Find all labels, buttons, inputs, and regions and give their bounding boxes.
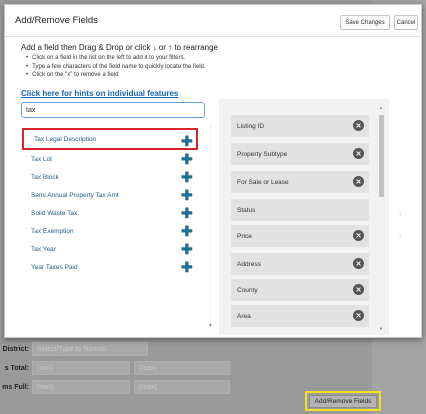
total-min-input[interactable]: (min): [32, 361, 130, 375]
add-field-plus-icon[interactable]: ✚: [181, 188, 193, 202]
available-field-label: Tax Year: [31, 245, 56, 253]
add-remove-fields-callout: Add/Remove Fields: [305, 391, 381, 411]
available-field-item[interactable]: Year Taxes Paid: [21, 256, 201, 278]
available-field-label: Tax Legal Description: [34, 135, 97, 143]
add-field-plus-icon[interactable]: ✚: [181, 134, 193, 148]
instruction-item: Type a few characters of the field name …: [21, 63, 218, 72]
total-row: s Total: (min) (max): [0, 359, 230, 377]
selected-field-item[interactable]: Price ✕: [231, 225, 369, 247]
add-field-plus-icon[interactable]: ✚: [181, 170, 193, 184]
save-changes-button[interactable]: Save Changes: [340, 15, 390, 30]
add-remove-fields-button[interactable]: Add/Remove Fields: [308, 394, 378, 408]
move-down-icon[interactable]: ↓: [398, 225, 402, 247]
add-field-plus-icon[interactable]: ✚: [181, 206, 193, 220]
add-field-plus-icon[interactable]: ✚: [181, 224, 193, 238]
selected-field-item[interactable]: Area ✕: [231, 305, 369, 327]
selected-field-item[interactable]: For Sale or Lease ✕: [231, 171, 369, 193]
remove-field-icon[interactable]: ✕: [353, 258, 364, 269]
full-max-input[interactable]: (max): [134, 380, 230, 394]
available-fields-list: Tax Legal Description Tax Lot Tax Block …: [21, 123, 205, 330]
cancel-button[interactable]: Cancel: [394, 15, 418, 30]
add-field-plus-icon[interactable]: ✚: [181, 152, 193, 166]
dialog-title: Add/Remove Fields: [15, 15, 98, 26]
available-field-item[interactable]: Tax Legal Description: [22, 128, 198, 150]
selected-field-item[interactable]: County ✕: [231, 279, 369, 301]
selected-field-label: Listing ID: [237, 122, 265, 130]
selected-field-item[interactable]: Status: [231, 199, 369, 221]
remove-field-icon[interactable]: ✕: [353, 176, 364, 187]
available-field-label: Tax Block: [31, 173, 59, 181]
scrollbar-thumb[interactable]: [379, 115, 384, 197]
selected-fields-panel: Listing ID ✕ Property Subtype ✕ For Sale…: [219, 99, 389, 335]
district-row: District: Select/Type to Narrow...: [0, 340, 148, 358]
scroll-down-arrow-icon[interactable]: ▼: [379, 326, 383, 331]
district-label: District:: [2, 345, 29, 353]
full-label: ms Full:: [2, 383, 29, 391]
left-list-scrollbar[interactable]: [210, 123, 211, 330]
selected-field-item[interactable]: Property Subtype ✕: [231, 143, 369, 165]
add-field-plus-icon[interactable]: ✚: [181, 242, 193, 256]
instructions-main: Add a field then Drag & Drop or click ↓ …: [21, 43, 218, 52]
selected-field-label: Status: [237, 206, 256, 214]
remove-field-icon[interactable]: ✕: [353, 284, 364, 295]
available-field-label: Tax Exemption: [31, 227, 74, 235]
selected-field-label: County: [237, 286, 258, 294]
remove-field-icon[interactable]: ✕: [353, 230, 364, 241]
add-field-plus-icon[interactable]: ✚: [181, 260, 193, 274]
selected-field-label: Address: [237, 260, 261, 268]
full-row: ms Full: (min) (max): [0, 378, 230, 396]
reorder-arrows: ↑ ↓: [398, 203, 402, 247]
scroll-up-arrow-icon[interactable]: ▲: [379, 105, 383, 110]
selected-field-item[interactable]: Address ✕: [231, 253, 369, 275]
hints-link[interactable]: Click here for hints on individual featu…: [21, 89, 178, 98]
add-remove-fields-dialog: Add/Remove Fields Save Changes Cancel Ad…: [4, 4, 422, 338]
available-field-label: Tax Lot: [31, 155, 52, 163]
remove-field-icon[interactable]: ✕: [353, 148, 364, 159]
field-search-input[interactable]: [21, 102, 205, 118]
instructions: Add a field then Drag & Drop or click ↓ …: [21, 43, 218, 80]
dialog-header: Add/Remove Fields Save Changes Cancel: [5, 5, 421, 37]
selected-field-label: Property Subtype: [237, 150, 288, 158]
total-label: s Total:: [4, 364, 29, 372]
available-field-label: Year Taxes Paid: [31, 263, 78, 271]
remove-field-icon[interactable]: ✕: [353, 310, 364, 321]
total-max-input[interactable]: (max): [134, 361, 230, 375]
instruction-item: Click on the "x" to remove a field: [21, 71, 218, 80]
selected-field-item[interactable]: Listing ID ✕: [231, 115, 369, 137]
scroll-down-arrow-icon[interactable]: ▼: [208, 323, 213, 329]
full-min-input[interactable]: (min): [32, 380, 130, 394]
remove-field-icon[interactable]: ✕: [353, 120, 364, 131]
instruction-item: Click on a field in the list on the left…: [21, 54, 218, 63]
selected-field-label: Price: [237, 232, 252, 240]
available-field-label: Semi Annual Property Tax Amt: [31, 191, 119, 199]
move-up-icon[interactable]: ↑: [398, 203, 402, 225]
selected-field-label: Area: [237, 312, 251, 320]
selected-field-label: For Sale or Lease: [237, 178, 289, 186]
district-input[interactable]: Select/Type to Narrow...: [32, 342, 148, 356]
available-field-label: Solid Waste Tax: [31, 209, 78, 217]
instructions-list: Click on a field in the list on the left…: [21, 54, 218, 80]
